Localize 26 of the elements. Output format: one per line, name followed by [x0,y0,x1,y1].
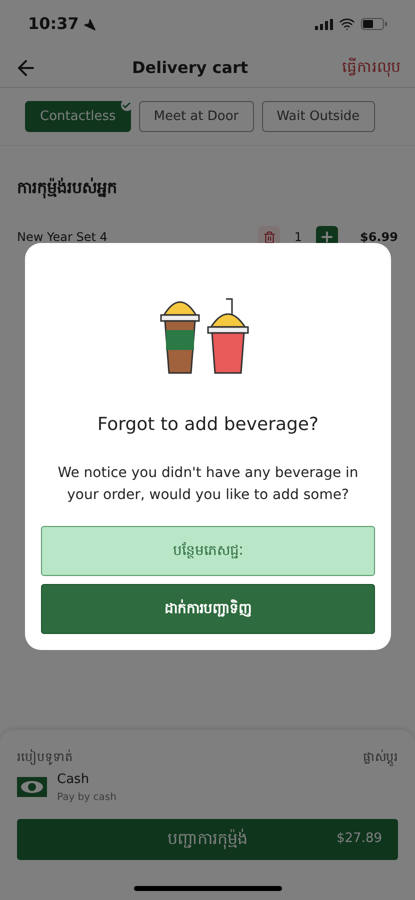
dialog-message: We notice you didn't have any beverage in your order, would you like to add some? [56,464,360,505]
item-quantity: 1 [294,229,302,246]
cash-icon [17,777,47,798]
add-beverage-button[interactable]: បន្ថែមភេសជ្ជៈ [41,526,375,576]
dialog-title: Forgot to add beverage? [97,413,319,437]
delivery-option-tab[interactable]: Meet at Door [138,101,254,132]
signal-icon [315,18,333,30]
item-name: New Year Set 4 [17,229,108,246]
payment-method: Cash [57,771,90,789]
location-icon [82,18,96,30]
page-title: Delivery cart [132,56,248,78]
wifi-icon [339,16,355,32]
delivery-option-tab[interactable]: Wait Outside [262,101,375,132]
item-price: $6.99 [359,229,398,246]
checkout-button[interactable]: បញ្ជាការកុម្ម៉ង់ $27.89 [17,818,398,860]
place-order-button[interactable]: ដាក់ការបញ្ជាទិញ [41,584,375,634]
battery-icon [361,18,387,30]
delivery-option-tab[interactable]: Contactless [25,101,131,132]
change-payment-link[interactable]: ផ្លាស់ប្តូរ [363,748,398,766]
trash-icon [262,230,276,244]
status-time: 10:37 [28,13,79,35]
tick-icon [122,100,132,110]
payment-note: Pay by cash [57,790,116,804]
payment-label: របៀបទូទាត់ [17,748,73,766]
delete-button[interactable]: ធ្វើការលុប [342,56,401,79]
section-title: ការកុម្ម៉ង់របស់អ្នក [17,176,118,200]
